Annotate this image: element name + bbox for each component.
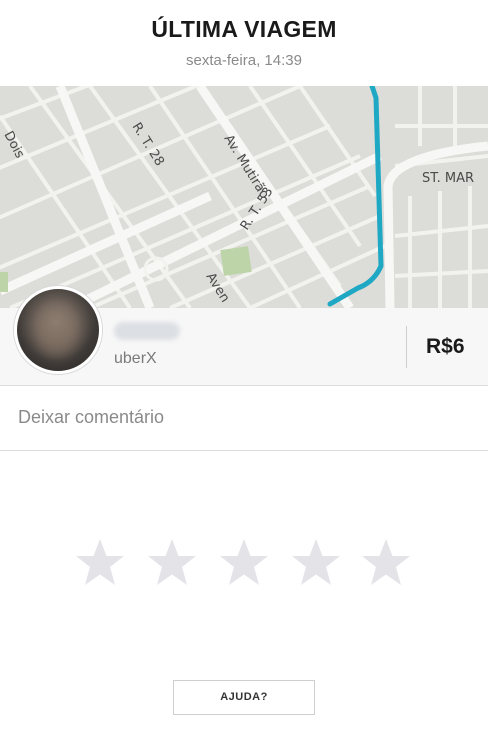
trip-map[interactable]: Dois R. T. 28 Av. Mutirão R. T. 53 ST. M…	[0, 86, 488, 308]
map-label-st-mar: ST. MAR	[422, 171, 474, 186]
driver-row: uberX R$6	[0, 286, 488, 386]
rating-star-5-icon[interactable]	[359, 537, 413, 589]
rating-star-2-icon[interactable]	[145, 537, 199, 589]
trip-datetime: sexta-feira, 14:39	[186, 52, 302, 69]
fare-divider	[406, 326, 407, 368]
driver-avatar	[14, 286, 102, 374]
driver-name-redacted	[114, 322, 180, 340]
fare-amount: R$6	[426, 335, 465, 358]
rating-star-1-icon[interactable]	[73, 537, 127, 589]
comment-placeholder: Deixar comentário	[18, 407, 165, 427]
header: ÚLTIMA VIAGEM sexta-feira, 14:39	[0, 0, 488, 86]
map-svg: Dois R. T. 28 Av. Mutirão R. T. 53 ST. M…	[0, 86, 488, 308]
page-title: ÚLTIMA VIAGEM	[151, 16, 337, 42]
comment-field[interactable]: Deixar comentário	[0, 386, 488, 451]
rating-star-3-icon[interactable]	[217, 537, 271, 589]
vehicle-type: uberX	[114, 350, 157, 367]
rating-star-4-icon[interactable]	[289, 537, 343, 589]
help-button[interactable]: AJUDA?	[173, 680, 315, 715]
